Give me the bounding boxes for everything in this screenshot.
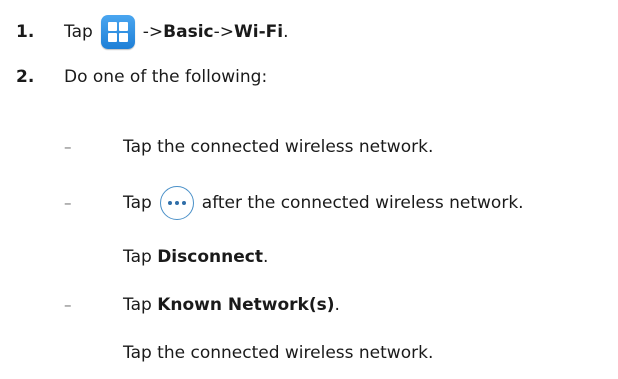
menu-wifi: Wi-Fi xyxy=(234,22,284,42)
tap-label: Tap xyxy=(123,193,152,213)
option-2-suffix: after the connected wireless network. xyxy=(201,193,524,213)
step-2-text: Do one of the following: xyxy=(64,67,268,87)
period: . xyxy=(283,22,289,42)
disconnect-label: Disconnect xyxy=(157,247,263,267)
step-number: 1. xyxy=(16,22,35,42)
period: . xyxy=(262,247,269,267)
apps-grid-icon xyxy=(100,15,135,49)
option-2-line-2-text: Tap Disconnect. xyxy=(123,247,268,267)
tap-label: Tap xyxy=(123,247,152,267)
more-options-icon xyxy=(159,186,194,220)
menu-basic: Basic xyxy=(163,22,214,42)
option-3-text: Tap Known Network(s). xyxy=(123,295,340,315)
option-3-line-2-text: Tap the connected wireless network. xyxy=(123,343,434,363)
option-2-text: Tap after the connected wireless network… xyxy=(123,186,524,220)
known-networks-label: Known Network(s) xyxy=(157,295,335,315)
period: . xyxy=(334,295,340,315)
bullet-dash: – xyxy=(64,296,72,314)
step-number: 2. xyxy=(16,67,35,87)
tap-label: Tap xyxy=(64,22,93,42)
bullet-dash: – xyxy=(64,138,72,156)
arrow: -> xyxy=(213,22,235,42)
option-1-text: Tap the connected wireless network. xyxy=(123,137,434,157)
arrow: -> xyxy=(142,22,164,42)
step-1-text: Tap -> Basic -> Wi-Fi . xyxy=(64,15,289,49)
bullet-dash: – xyxy=(64,194,72,212)
tap-label: Tap xyxy=(123,295,152,315)
